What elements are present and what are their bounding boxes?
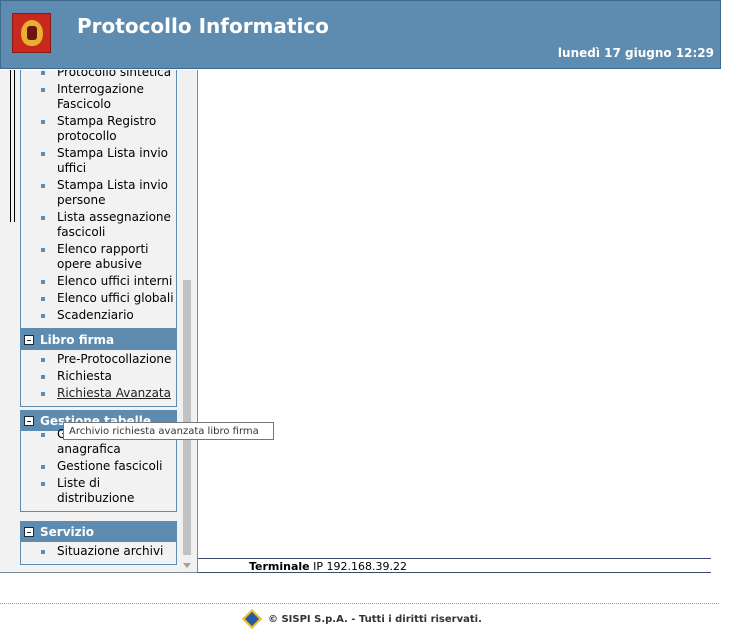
menu-item-lista-assegnazione-fascicoli[interactable]: Lista assegnazione fascicoli	[41, 210, 176, 240]
left-nav-panel: Protocollo sintetica Interrogazione Fasc…	[0, 70, 198, 573]
menu-item-protocollo-sintetica[interactable]: Protocollo sintetica	[41, 70, 176, 80]
scrollbar-thumb[interactable]	[183, 280, 191, 555]
menu-item-elenco-uffici-globali[interactable]: Elenco uffici globali	[41, 291, 176, 306]
section-header-libro-firma[interactable]: Libro firma	[21, 330, 176, 350]
collapse-icon[interactable]	[24, 416, 34, 426]
section-header-servizio[interactable]: Servizio	[21, 522, 176, 542]
section-title: Libro firma	[40, 333, 115, 347]
status-divider	[198, 572, 711, 573]
section-title: Servizio	[40, 525, 94, 539]
menu-item-stampa-registro-protocollo[interactable]: Stampa Registro protocollo	[41, 114, 176, 144]
app-page: Protocollo Informatico lunedì 17 giugno …	[0, 0, 732, 635]
header-datetime: lunedì 17 giugno 12:29	[557, 46, 714, 60]
menu-list: Protocollo sintetica Interrogazione Fasc…	[21, 70, 176, 328]
menu-item-scadenziario[interactable]: Scadenziario	[41, 308, 176, 323]
frame-divider	[10, 70, 11, 222]
collapse-icon[interactable]	[24, 527, 34, 537]
menu-item-stampa-lista-invio-persone[interactable]: Stampa Lista invio persone	[41, 178, 176, 208]
app-title: Protocollo Informatico	[77, 14, 329, 38]
menu-list: Situazione archivi	[21, 542, 176, 564]
menu-item-liste-di-distribuzione[interactable]: Liste di distribuzione	[41, 476, 176, 506]
sidebar-scrollbar[interactable]	[180, 70, 194, 572]
eagle-icon	[20, 20, 43, 46]
menu-item-elenco-uffici-interni[interactable]: Elenco uffici interni	[41, 274, 176, 289]
scroll-down-arrow-icon[interactable]	[183, 563, 191, 568]
menu-item-richiesta-avanzata[interactable]: Richiesta Avanzata	[41, 386, 176, 401]
footer-copyright: © SISPI S.p.A. - Tutti i diritti riserva…	[268, 613, 482, 625]
nav-section-reports: Protocollo sintetica Interrogazione Fasc…	[20, 70, 177, 329]
menu-item-elenco-rapporti-opere-abusive[interactable]: Elenco rapporti opere abusive	[41, 242, 176, 272]
sispi-logo-icon	[242, 609, 262, 629]
menu-item-interrogazione-fascicolo[interactable]: Interrogazione Fascicolo	[41, 82, 176, 112]
footer: © SISPI S.p.A. - Tutti i diritti riserva…	[242, 609, 482, 629]
menu-list: Pre-Protocollazione Richiesta Richiesta …	[21, 350, 176, 406]
tooltip: Archivio richiesta avanzata libro firma	[63, 422, 274, 440]
menu-item-situazione-archivi[interactable]: Situazione archivi	[41, 544, 176, 559]
nav-section-libro-firma: Libro firma Pre-Protocollazione Richiest…	[20, 329, 177, 407]
menu-item-pre-protocollazione[interactable]: Pre-Protocollazione	[41, 352, 176, 367]
footer-divider	[0, 603, 719, 604]
frame-divider	[14, 70, 15, 222]
coat-of-arms-logo	[12, 13, 51, 53]
menu-item-gestione-fascicoli[interactable]: Gestione fascicoli	[41, 459, 176, 474]
menu-item-stampa-lista-invio-uffici[interactable]: Stampa Lista invio uffici	[41, 146, 176, 176]
app-header: Protocollo Informatico lunedì 17 giugno …	[0, 0, 721, 69]
menu-item-richiesta[interactable]: Richiesta	[41, 369, 176, 384]
status-divider	[198, 558, 711, 559]
nav-section-servizio: Servizio Situazione archivi	[20, 521, 177, 565]
collapse-icon[interactable]	[24, 335, 34, 345]
